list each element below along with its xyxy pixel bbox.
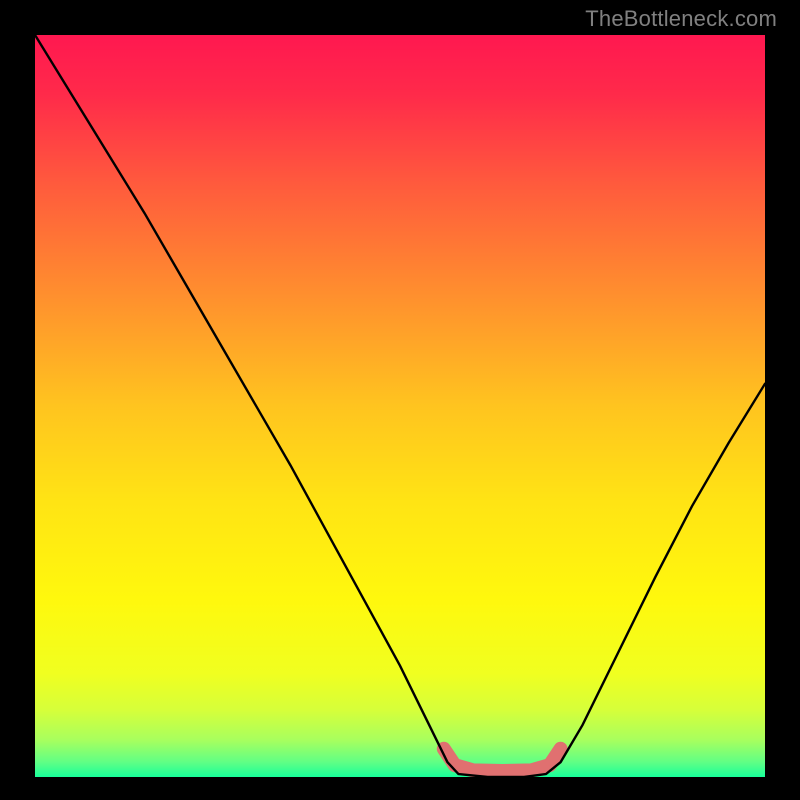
chart-canvas <box>35 35 765 777</box>
watermark-text: TheBottleneck.com <box>585 6 777 32</box>
chart-frame <box>35 35 765 777</box>
